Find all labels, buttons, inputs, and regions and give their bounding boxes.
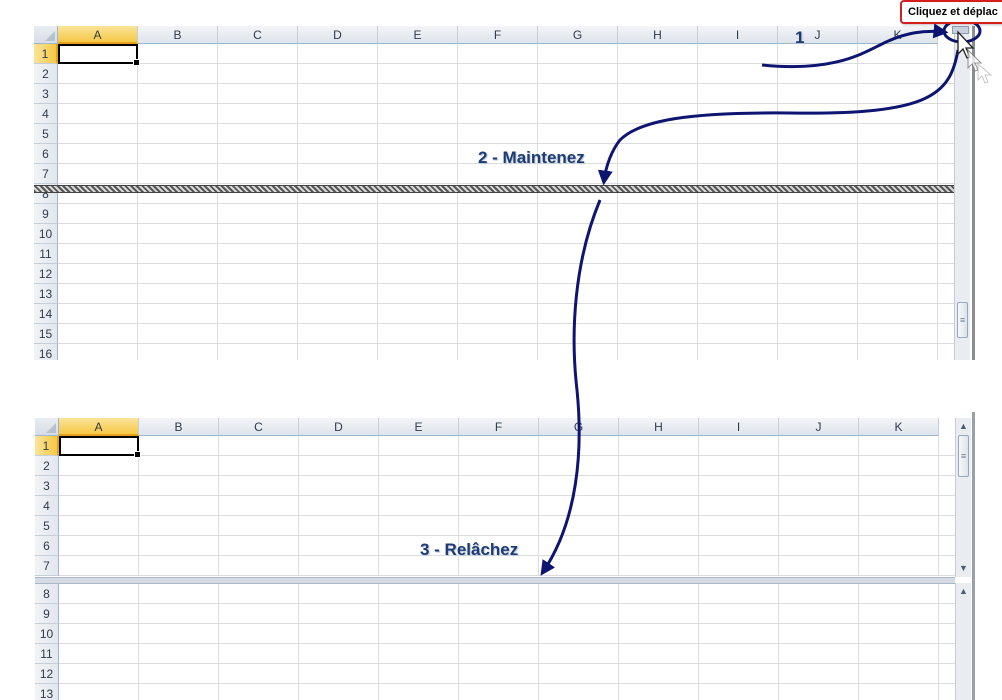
column-header-g[interactable]: G [538,26,618,44]
column-header-j[interactable]: J [778,26,858,44]
column-header-g[interactable]: G [539,418,619,436]
scroll-up-icon[interactable]: ▲ [956,418,971,434]
row-header-4[interactable]: 4 [34,104,58,124]
column-header-a[interactable]: A [59,418,139,436]
row-header-6[interactable]: 6 [35,536,59,556]
column-header-d[interactable]: D [299,418,379,436]
active-cell-a1[interactable] [58,44,140,66]
column-header-d[interactable]: D [298,26,378,44]
step-3-label: 3 - Relâchez [420,540,519,559]
worksheet-before: ABCDEFGHIJK 1 2 3 4 5 6 7 8 9 10 11 12 13 14 15 16 ≡ [34,26,974,360]
column-header-i[interactable]: I [698,26,778,44]
row-header-2[interactable]: 2 [34,64,58,84]
row-header-12[interactable]: 12 [34,264,58,284]
split-divider[interactable] [35,577,955,584]
column-header-b[interactable]: B [138,26,218,44]
row-header-10[interactable]: 10 [35,624,59,644]
cell-grid-bottom-pane[interactable] [59,584,955,700]
row-header-13[interactable]: 13 [34,284,58,304]
column-header-i[interactable]: I [699,418,779,436]
row-header-2[interactable]: 2 [35,456,59,476]
row-header-8[interactable]: 8 [35,584,59,604]
column-header-e[interactable]: E [379,418,459,436]
row-header-16[interactable]: 16 [34,344,58,360]
row-header-9[interactable]: 9 [34,204,58,224]
scrollbar-thumb[interactable]: ≡ [958,435,969,477]
scroll-down-icon[interactable]: ▼ [956,560,971,576]
row-header-13[interactable]: 13 [35,684,59,700]
step-2-label: 2 - Maintenez [478,148,585,167]
row-header-6[interactable]: 6 [34,144,58,164]
window-edge [972,412,975,700]
select-all-corner[interactable] [35,418,59,436]
split-bar-dragging[interactable] [34,185,954,193]
vertical-scrollbar-top-pane[interactable]: ▲ ≡ ▼ [955,418,971,577]
column-header-h[interactable]: H [618,26,698,44]
column-header-j[interactable]: J [779,418,859,436]
row-header-12[interactable]: 12 [35,664,59,684]
row-header-5[interactable]: 5 [35,516,59,536]
column-header-f[interactable]: F [459,418,539,436]
row-header-3[interactable]: 3 [34,84,58,104]
scrollbar-grip-icon[interactable]: ≡ [957,302,968,338]
column-header-k[interactable]: K [859,418,939,436]
row-header-4[interactable]: 4 [35,496,59,516]
mouse-pointer-icon [957,30,993,84]
row-header-1[interactable]: 1 [35,436,59,456]
row-header-5[interactable]: 5 [34,124,58,144]
column-header-c[interactable]: C [219,418,299,436]
column-header-c[interactable]: C [218,26,298,44]
row-header-15[interactable]: 15 [34,324,58,344]
column-header-h[interactable]: H [619,418,699,436]
row-header-14[interactable]: 14 [34,304,58,324]
active-cell-a1[interactable] [59,436,141,458]
column-header-e[interactable]: E [378,26,458,44]
column-header-b[interactable]: B [139,418,219,436]
row-header-11[interactable]: 11 [35,644,59,664]
step-1-label: 1 [795,28,805,47]
row-header-9[interactable]: 9 [35,604,59,624]
row-header-10[interactable]: 10 [34,224,58,244]
cell-grid[interactable] [58,44,954,360]
row-header-3[interactable]: 3 [35,476,59,496]
row-header-7[interactable]: 7 [34,164,58,184]
column-header-k[interactable]: K [858,26,938,44]
column-header-f[interactable]: F [458,26,538,44]
row-header-1[interactable]: 1 [34,44,58,64]
tooltip-callout: Cliquez et déplac [900,0,1002,24]
scroll-up-icon[interactable]: ▲ [956,583,971,599]
row-header-11[interactable]: 11 [34,244,58,264]
row-header-7[interactable]: 7 [35,556,59,576]
column-header-a[interactable]: A [58,26,138,44]
select-all-corner[interactable] [34,26,58,44]
vertical-scrollbar-bottom-pane[interactable]: ▲ [955,583,971,700]
